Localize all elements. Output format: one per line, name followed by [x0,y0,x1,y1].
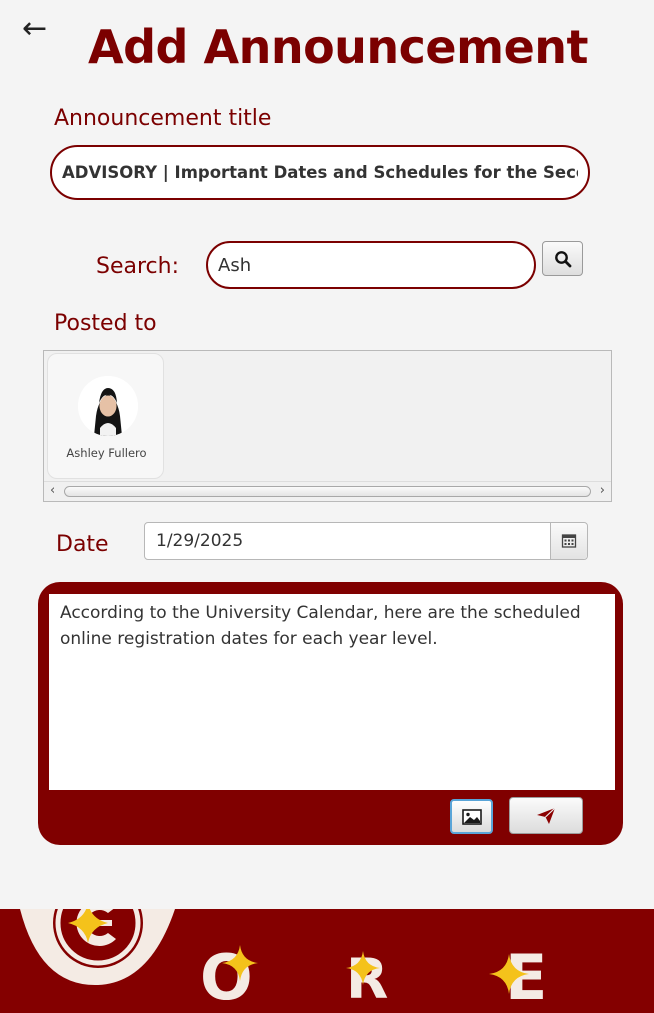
scrollbar-thumb[interactable] [64,486,591,497]
date-picker[interactable] [144,522,588,560]
posted-to-label: Posted to [54,311,157,336]
recipient-name: Ashley Fullero [66,446,147,460]
search-button[interactable] [542,241,583,276]
calendar-icon [561,534,577,548]
announcement-body-textarea[interactable]: According to the University Calendar, he… [49,594,615,790]
sparkle-icon [489,954,529,994]
search-icon [554,250,571,267]
horizontal-scrollbar[interactable]: ‹ › [44,481,611,501]
recipients-panel: Ashley Fullero ‹ › [43,350,612,502]
announcement-composer: According to the University Calendar, he… [38,582,623,845]
search-field[interactable] [206,241,536,289]
recipient-card[interactable]: Ashley Fullero [47,353,164,479]
core-logo [20,909,175,986]
send-button[interactable] [509,797,583,834]
body-editor[interactable]: According to the University Calendar, he… [49,594,615,790]
scroll-left-icon[interactable]: ‹ [50,483,55,498]
calendar-button[interactable] [550,523,587,559]
search-input[interactable] [208,243,534,287]
sparkle-icon [346,951,380,985]
sparkle-icon [222,945,258,981]
date-input[interactable] [145,523,550,559]
search-label: Search: [96,254,179,279]
back-arrow-icon[interactable]: ← [22,14,47,44]
announcement-title-input[interactable] [52,147,588,198]
attach-image-button[interactable] [450,799,493,834]
footer-banner: O R E [0,909,654,1013]
avatar [78,376,138,436]
announcement-title-field[interactable] [50,145,590,200]
image-icon [461,808,482,825]
page-title: Add Announcement [88,20,589,74]
send-icon [537,807,556,824]
announcement-title-label: Announcement title [54,106,272,131]
scroll-right-icon[interactable]: › [600,483,605,498]
date-label: Date [56,532,109,557]
